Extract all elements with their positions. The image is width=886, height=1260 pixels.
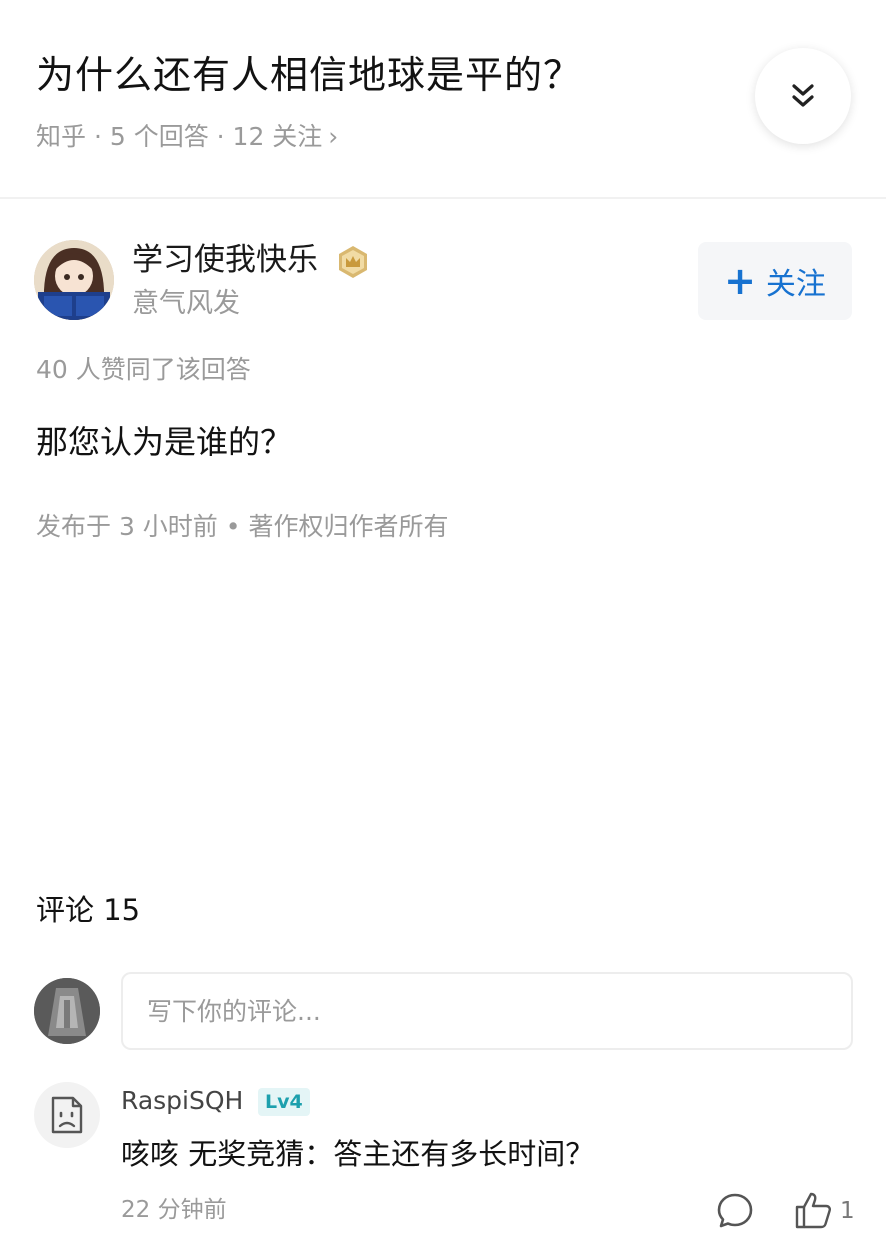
follow-button[interactable]: + 关注 <box>698 242 852 320</box>
thumbs-up-icon[interactable] <box>793 1190 833 1230</box>
publish-info: 发布于 3 小时前 • 著作权归作者所有 <box>36 512 449 541</box>
comment-user-avatar[interactable] <box>34 1082 100 1148</box>
author-bio: 意气风发 <box>132 288 240 319</box>
author-avatar[interactable] <box>34 240 114 320</box>
author-name[interactable]: 学习使我快乐 <box>132 238 318 282</box>
like-count: 1 <box>840 1198 855 1224</box>
comment-username[interactable]: RaspiSQH <box>121 1084 243 1118</box>
comment-input[interactable] <box>121 972 853 1050</box>
comment-text: 咳咳 无奖竞猜：答主还有多长时间？ <box>121 1137 595 1171</box>
double-chevron-down-icon <box>792 84 814 107</box>
sad-face-avatar-icon <box>51 1096 83 1134</box>
collapse-button[interactable] <box>755 48 851 144</box>
vote-count: 40 人赞同了该回答 <box>36 355 251 384</box>
comments-title: 评论 15 <box>36 893 141 927</box>
follow-label: 关注 <box>765 267 826 302</box>
question-meta-text: 知乎 · 5 个回答 · 12 关注 <box>36 122 323 151</box>
comment-bubble-icon[interactable] <box>716 1192 754 1230</box>
chevron-right-icon: › <box>328 122 339 151</box>
level-badge: Lv4 <box>258 1088 310 1116</box>
question-title: 为什么还有人相信地球是平的？ <box>36 53 583 97</box>
crown-badge-icon <box>339 246 367 278</box>
answer-text: 那您认为是谁的？ <box>36 423 293 461</box>
question-meta[interactable]: 知乎 · 5 个回答 · 12 关注 › <box>36 120 338 154</box>
current-user-avatar[interactable] <box>34 978 100 1044</box>
header-divider <box>0 197 886 199</box>
comment-time: 22 分钟前 <box>121 1197 227 1223</box>
plus-icon: + <box>724 259 756 303</box>
